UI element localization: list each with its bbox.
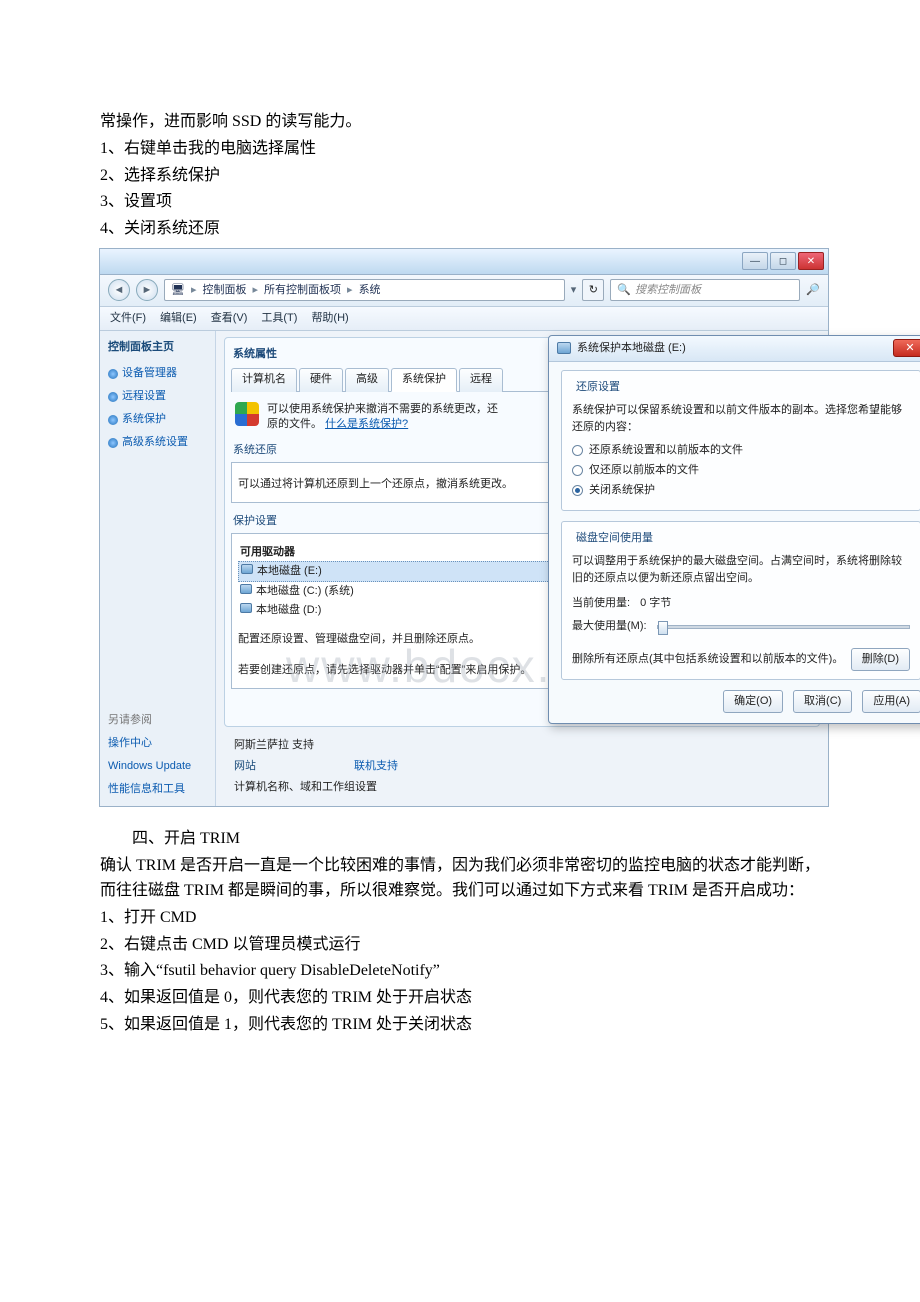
system-protection-dialog: 系统保护本地磁盘 (E:) ✕ 还原设置 系统保护可以保留系统设置和以前文件版本… — [548, 335, 920, 724]
step: 2、选择系统保护 — [100, 164, 820, 189]
main-pane: ? 系统属性 计算机名 硬件 高级 系统保护 远程 可以使用系统保护来撤消不需要… — [216, 331, 828, 806]
online-support-link[interactable]: 联机支持 — [354, 758, 398, 775]
search-icon[interactable]: 🔎 — [806, 282, 820, 299]
step: 2、右键点击 CMD 以管理员模式运行 — [100, 933, 820, 958]
shield-icon — [108, 392, 118, 402]
search-icon: 🔍 — [617, 282, 631, 299]
back-button[interactable]: ◄ — [108, 279, 130, 301]
forward-button[interactable]: ► — [136, 279, 158, 301]
radio-disable-protection[interactable]: 关闭系统保护 — [572, 482, 910, 499]
restore-settings-desc: 系统保护可以保留系统设置和以前文件版本的副本。选择您希望能够还原的内容： — [572, 402, 910, 436]
breadcrumb-dropdown[interactable]: ▾ — [571, 282, 577, 299]
section-heading: 四、开启 TRIM — [100, 827, 820, 852]
sidebar-link-advanced[interactable]: 高级系统设置 — [108, 434, 207, 451]
search-input[interactable]: 🔍 搜索控制面板 — [610, 279, 800, 301]
configure-text: 配置还原设置、管理磁盘空间，并且删除还原点。 — [238, 631, 480, 648]
dialog-title: 系统保护本地磁盘 (E:) — [577, 340, 686, 357]
dialog-cancel-button[interactable]: 取消(C) — [793, 690, 852, 713]
system-info-footer: 阿斯兰萨拉 支持 网站 联机支持 计算机名称、域和工作组设置 — [224, 737, 820, 796]
what-is-link[interactable]: 什么是系统保护? — [325, 418, 408, 430]
step: 4、关闭系统还原 — [100, 217, 820, 242]
step: 4、如果返回值是 0，则代表您的 TRIM 处于开启状态 — [100, 986, 820, 1011]
max-usage-slider[interactable] — [657, 625, 910, 629]
restore-text: 可以通过将计算机还原到上一个还原点，撤消系统更改。 — [238, 476, 513, 493]
sidebar-link-remote[interactable]: 远程设置 — [108, 388, 207, 405]
sidebar-link-perf-info[interactable]: 性能信息和工具 — [108, 781, 207, 798]
delete-restore-points-text: 删除所有还原点(其中包括系统设置和以前版本的文件)。 — [572, 651, 843, 668]
protection-description: 可以使用系统保护来撤消不需要的系统更改，还 原的文件。 什么是系统保护? — [267, 402, 498, 432]
menu-bar: 文件(F) 编辑(E) 查看(V) 工具(T) 帮助(H) — [100, 307, 828, 331]
current-usage-label: 当前使用量: — [572, 595, 630, 612]
windows-screenshot: — ◻ ✕ ◄ ► 🖥 ▸ 控制面板 ▸ 所有控制面板项 ▸ 系统 ▾ ↻ 🔍 … — [99, 248, 829, 807]
sidebar-header: 控制面板主页 — [108, 339, 207, 356]
see-also-header: 另请参阅 — [108, 698, 207, 729]
sidebar-link-device-manager[interactable]: 设备管理器 — [108, 365, 207, 382]
max-usage-label: 最大使用量(M): — [572, 618, 647, 635]
drive-icon — [240, 584, 252, 594]
step: 1、打开 CMD — [100, 906, 820, 931]
col-drive: 可用驱动器 — [240, 544, 295, 561]
paragraph: 常操作，进而影响 SSD 的读写能力。 — [100, 110, 820, 135]
shield-icon — [108, 369, 118, 379]
crumb[interactable]: 系统 — [359, 282, 381, 299]
delete-button[interactable]: 删除(D) — [851, 648, 910, 671]
step: 1、右键单击我的电脑选择属性 — [100, 137, 820, 162]
tab-remote[interactable]: 远程 — [459, 368, 503, 392]
disk-usage-desc: 可以调整用于系统保护的最大磁盘空间。占满空间时，系统将删除较旧的还原点以便为新还… — [572, 553, 910, 587]
breadcrumb[interactable]: 🖥 ▸ 控制面板 ▸ 所有控制面板项 ▸ 系统 — [164, 279, 565, 301]
tab-computer-name[interactable]: 计算机名 — [231, 368, 297, 392]
menu-file[interactable]: 文件(F) — [110, 310, 146, 327]
current-usage-value: 0 字节 — [640, 595, 671, 612]
disk-usage-group: 磁盘空间使用量 — [572, 530, 657, 547]
restore-settings-group: 还原设置 — [572, 379, 624, 396]
radio-restore-files[interactable]: 仅还原以前版本的文件 — [572, 462, 910, 479]
paragraph: 确认 TRIM 是否开启一直是一个比较困难的事情，因为我们必须非常密切的监控电脑… — [100, 854, 820, 904]
menu-tools[interactable]: 工具(T) — [261, 310, 297, 327]
menu-help[interactable]: 帮助(H) — [311, 310, 348, 327]
shield-icon — [108, 438, 118, 448]
crumb[interactable]: 控制面板 — [203, 282, 247, 299]
radio-restore-all[interactable]: 还原系统设置和以前版本的文件 — [572, 442, 910, 459]
menu-view[interactable]: 查看(V) — [211, 310, 248, 327]
computer-icon: 🖥 — [171, 282, 185, 299]
step: 5、如果返回值是 1，则代表您的 TRIM 处于关闭状态 — [100, 1013, 820, 1038]
dialog-apply-button[interactable]: 应用(A) — [862, 690, 920, 713]
tab-advanced[interactable]: 高级 — [345, 368, 389, 392]
address-bar: ◄ ► 🖥 ▸ 控制面板 ▸ 所有控制面板项 ▸ 系统 ▾ ↻ 🔍 搜索控制面板… — [100, 275, 828, 307]
dialog-close-button[interactable]: ✕ — [893, 339, 920, 357]
menu-edit[interactable]: 编辑(E) — [160, 310, 197, 327]
close-button[interactable]: ✕ — [798, 252, 824, 270]
dialog-ok-button[interactable]: 确定(O) — [723, 690, 783, 713]
sidebar-link-system-protection[interactable]: 系统保护 — [108, 411, 207, 428]
drive-icon — [241, 564, 253, 574]
window-titlebar: — ◻ ✕ — [100, 249, 828, 275]
website-label: 网站 — [234, 758, 334, 775]
sidebar: 控制面板主页 设备管理器 远程设置 系统保护 高级系统设置 另请参阅 操作中心 … — [100, 331, 216, 806]
crumb[interactable]: 所有控制面板项 — [264, 282, 341, 299]
refresh-button[interactable]: ↻ — [582, 279, 604, 301]
tab-hardware[interactable]: 硬件 — [299, 368, 343, 392]
create-text: 若要创建还原点，请先选择驱动器并单击“配置”来启用保护。 — [238, 662, 531, 679]
sidebar-link-windows-update[interactable]: Windows Update — [108, 758, 207, 775]
minimize-button[interactable]: — — [742, 252, 768, 270]
drive-icon — [557, 342, 571, 354]
step: 3、输入“fsutil behavior query DisableDelete… — [100, 959, 820, 984]
drive-icon — [240, 603, 252, 613]
shield-icon — [108, 415, 118, 425]
search-placeholder: 搜索控制面板 — [635, 282, 701, 299]
step: 3、设置项 — [100, 190, 820, 215]
support-label: 阿斯兰萨拉 支持 — [234, 737, 314, 754]
shield-icon — [235, 402, 259, 426]
sidebar-link-action-center[interactable]: 操作中心 — [108, 735, 207, 752]
maximize-button[interactable]: ◻ — [770, 252, 796, 270]
tab-system-protection[interactable]: 系统保护 — [391, 368, 457, 392]
computer-name-section: 计算机名称、域和工作组设置 — [234, 779, 377, 796]
